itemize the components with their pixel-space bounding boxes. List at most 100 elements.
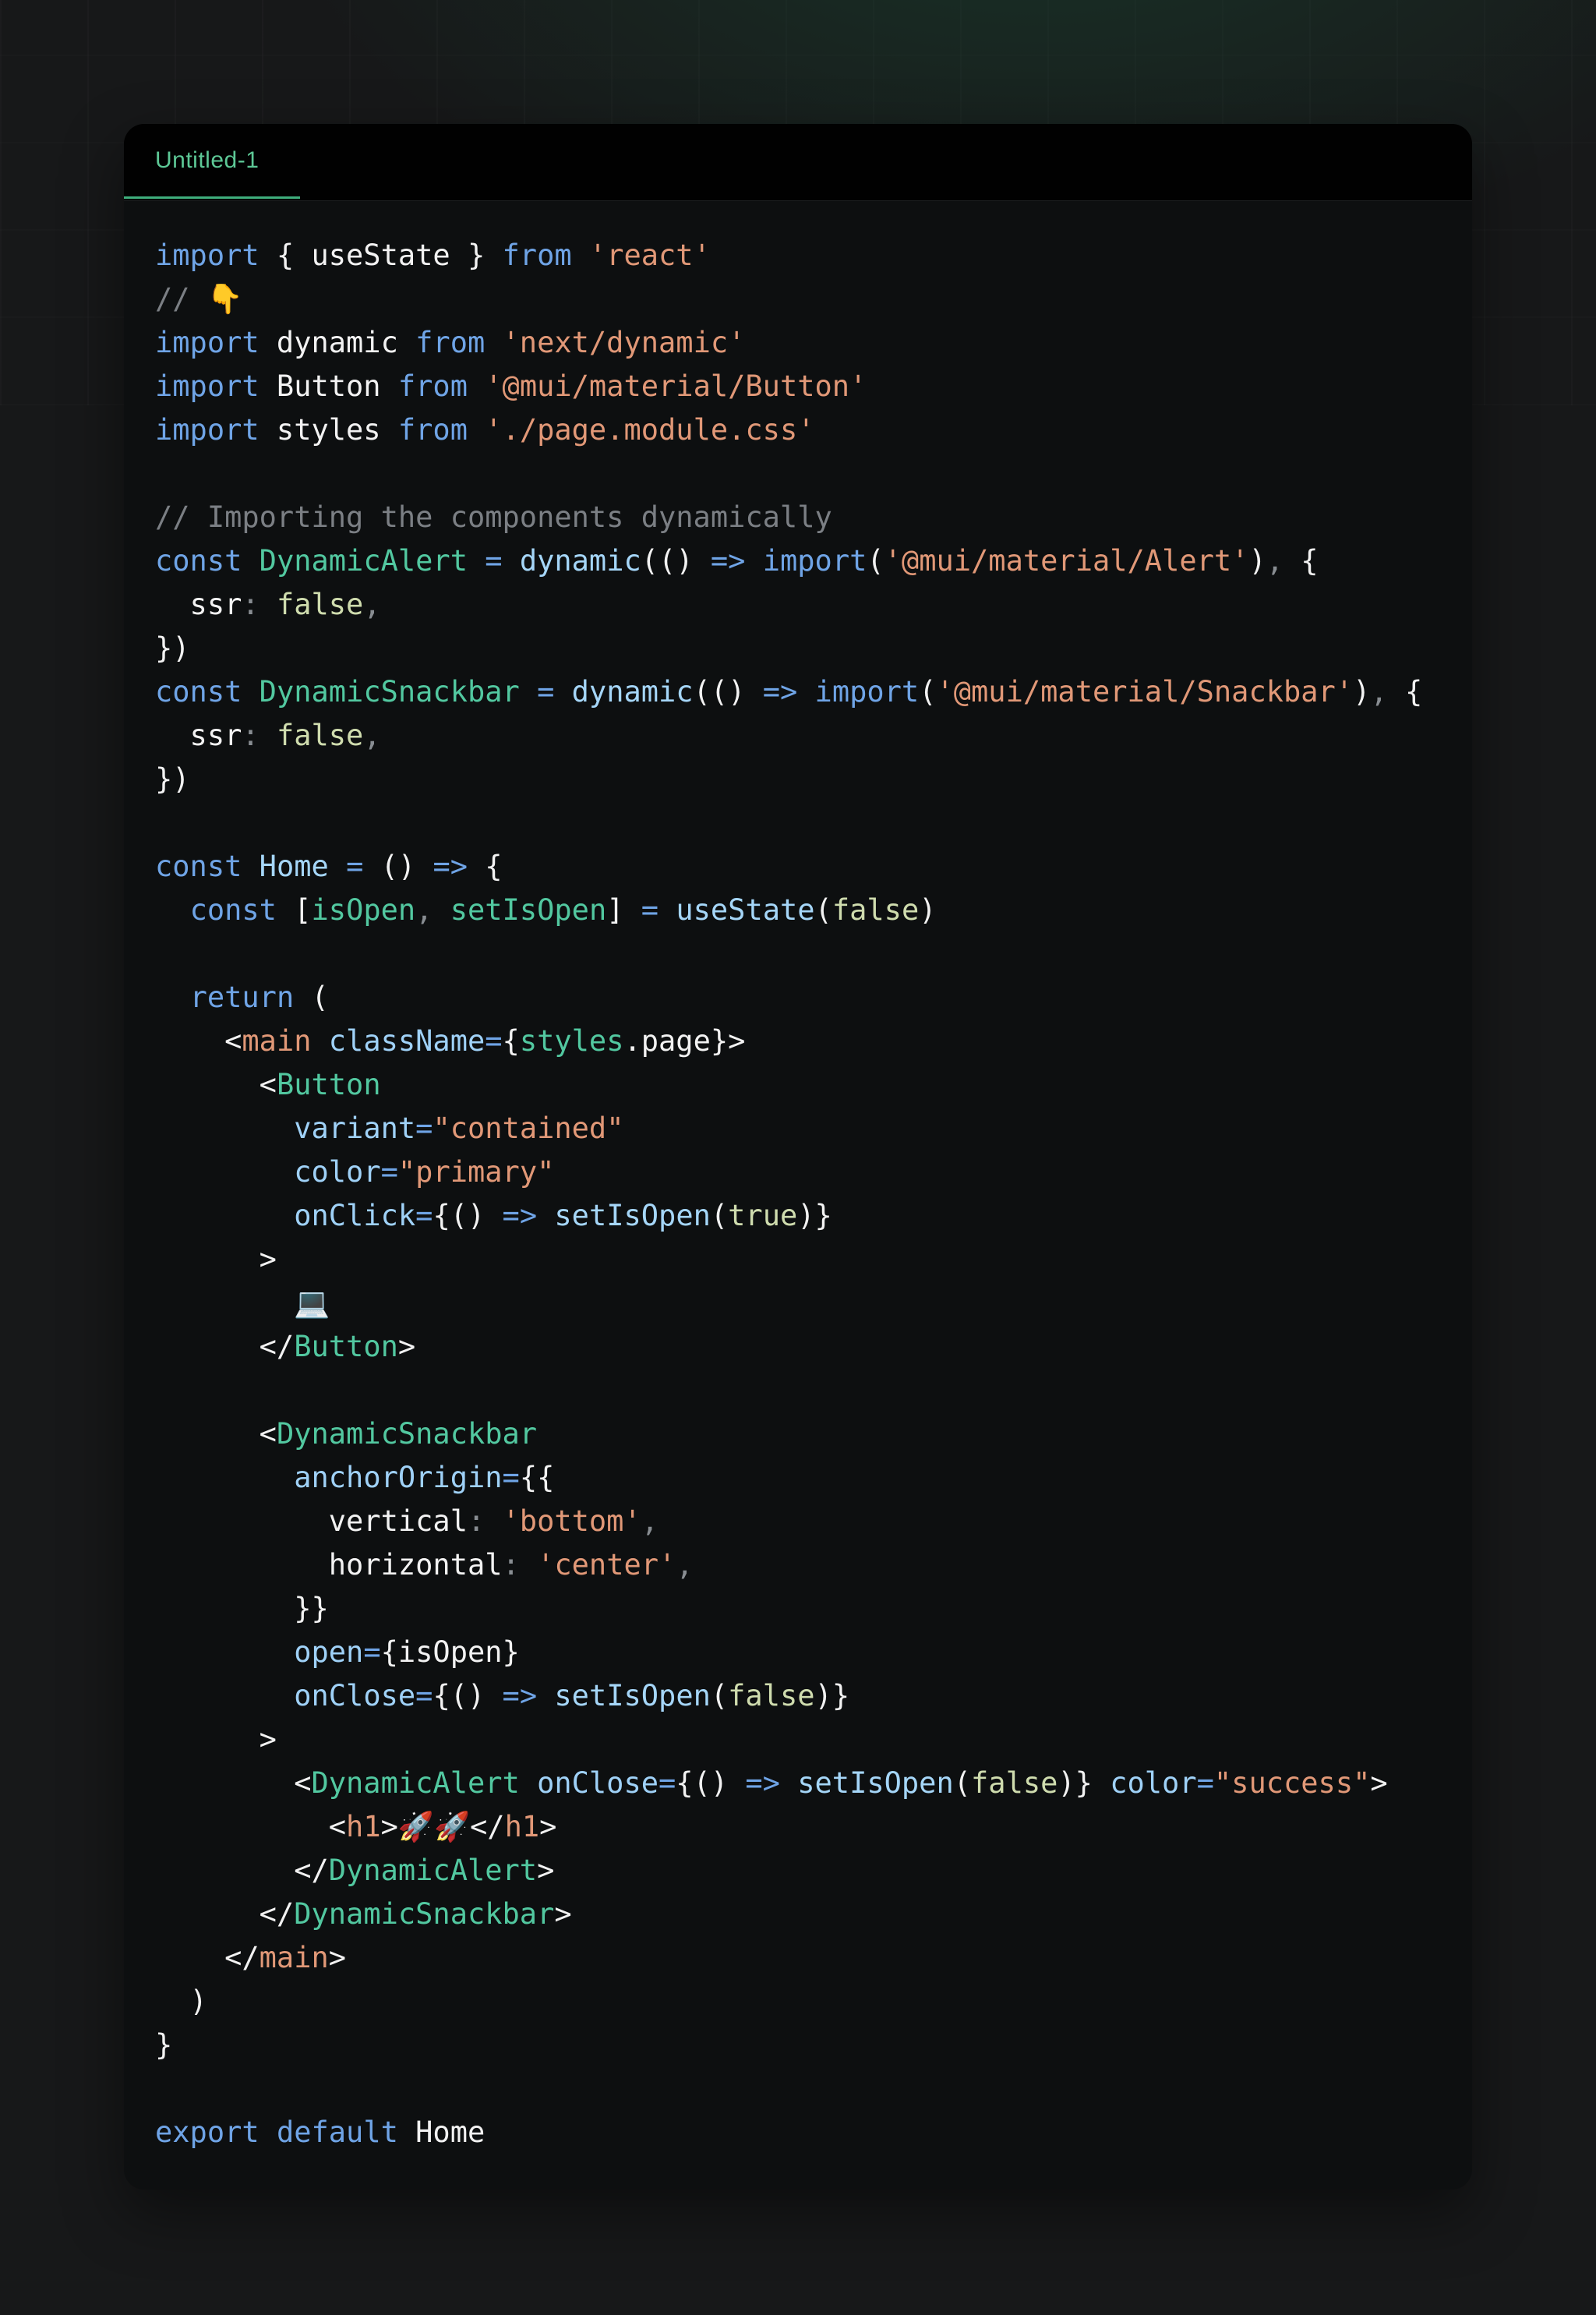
code-text: ssr: [155, 719, 242, 752]
code-text: <: [155, 1068, 277, 1101]
code-text: >: [155, 1723, 277, 1756]
code-tag: main: [242, 1024, 312, 1058]
code-text: Home: [397, 2115, 486, 2149]
code-text: )}: [1058, 1766, 1110, 1800]
code-keyword: const: [189, 893, 277, 927]
code-punctuation: ,: [1370, 675, 1388, 709]
code-text: horizontal: [155, 1548, 503, 1582]
code-text: (): [363, 850, 433, 883]
code-line-28: <DynamicSnackbar: [155, 1412, 1472, 1456]
code-text: >: [1370, 1766, 1388, 1800]
code-text: {: [502, 1024, 520, 1058]
code-line-38: </DynamicAlert>: [155, 1849, 1472, 1893]
code-comment: // Importing the components dynamically: [155, 500, 832, 534]
code-punctuation: ,: [641, 1504, 659, 1538]
code-line-33: open={isOpen}: [155, 1631, 1472, 1674]
code-line-44: export default Home: [155, 2111, 1472, 2154]
code-punctuation: ,: [363, 588, 381, 621]
code-text: {: [468, 850, 503, 883]
code-text: {(): [433, 1679, 503, 1712]
code-text: (: [710, 1199, 729, 1232]
code-identifier: DynamicSnackbar: [276, 1417, 538, 1451]
code-comment: //: [155, 282, 207, 316]
code-line-11: const DynamicSnackbar = dynamic(() => im…: [155, 670, 1472, 714]
code-attribute: color: [1110, 1766, 1197, 1800]
code-text: (: [867, 544, 885, 578]
code-string: './page.module.css': [485, 413, 815, 447]
code-text: (: [814, 893, 832, 927]
code-keyword: return: [189, 981, 295, 1014]
code-line-7: // Importing the components dynamically: [155, 496, 1472, 539]
code-attribute: onClose: [294, 1679, 416, 1712]
code-keyword: export: [155, 2115, 260, 2149]
code-boolean: true: [728, 1199, 798, 1232]
code-line-42: }: [155, 2023, 1472, 2067]
code-text: {{: [519, 1461, 555, 1494]
code-emoji: 🚀🚀: [397, 1810, 471, 1843]
code-line-29: anchorOrigin={{: [155, 1456, 1472, 1500]
code-function: dynamic: [519, 544, 641, 578]
code-line-30: vertical: 'bottom',: [155, 1500, 1472, 1543]
code-text: {(): [676, 1766, 746, 1800]
code-line-20: <Button: [155, 1063, 1472, 1107]
code-punctuation: :: [467, 1504, 486, 1538]
code-line-1: import { useState } from 'react': [155, 234, 1472, 277]
code-text: )}: [814, 1679, 850, 1712]
tab-untitled-1[interactable]: Untitled-1: [124, 124, 300, 199]
code-identifier: Button: [276, 1068, 381, 1101]
code-string: 'react': [588, 239, 711, 272]
code-operator: =>: [710, 544, 746, 578]
code-text: .page}>: [623, 1024, 746, 1058]
code-identifier: Button: [294, 1330, 398, 1363]
code-text: <: [155, 1810, 347, 1843]
code-operator: =: [1196, 1766, 1214, 1800]
code-attribute: onClose: [537, 1766, 659, 1800]
code-text: (: [294, 981, 329, 1014]
code-text: { useState }: [259, 239, 503, 272]
code-emoji: 👇: [207, 282, 243, 316]
code-line-37: <h1>🚀🚀</h1>: [155, 1805, 1472, 1849]
code-keyword: const: [155, 675, 242, 709]
code-text: }): [155, 762, 190, 796]
code-punctuation: ,: [1266, 544, 1284, 578]
code-boolean: false: [971, 1766, 1058, 1800]
code-text: (: [953, 1766, 972, 1800]
code-area[interactable]: import { useState } from 'react'// 👇 impo…: [124, 201, 1472, 2154]
code-attribute: onClick: [294, 1199, 416, 1232]
code-text: ): [1248, 544, 1266, 578]
code-line-34: onClose={() => setIsOpen(false)}: [155, 1674, 1472, 1718]
code-text: </: [155, 1897, 295, 1931]
code-keyword: from: [502, 239, 572, 272]
code-line-26: </Button>: [155, 1325, 1472, 1369]
code-text: ]: [606, 893, 641, 927]
code-attribute: anchorOrigin: [294, 1461, 503, 1494]
code-editor-window: Untitled-1 import { useState } from 'rea…: [124, 124, 1472, 2190]
code-punctuation: :: [242, 588, 260, 621]
code-line-27: ​: [155, 1369, 1472, 1412]
code-line-21: variant="contained": [155, 1107, 1472, 1150]
code-punctuation: :: [502, 1548, 520, 1582]
code-line-41: ): [155, 1980, 1472, 2023]
code-operator: =: [537, 675, 555, 709]
code-line-40: </main>: [155, 1936, 1472, 1980]
code-string: '@mui/material/Snackbar': [936, 675, 1354, 709]
code-text: ((): [641, 544, 711, 578]
code-text: (: [919, 675, 937, 709]
code-boolean: false: [832, 893, 920, 927]
